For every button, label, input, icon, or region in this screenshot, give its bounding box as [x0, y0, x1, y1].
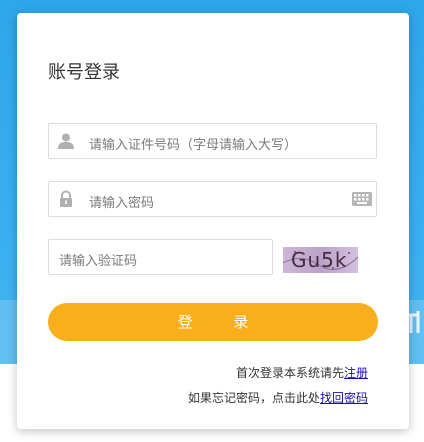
user-icon	[58, 133, 74, 149]
page-title: 账号登录	[48, 62, 120, 83]
recover-password-link[interactable]: 找回密码	[320, 391, 368, 405]
captcha-field[interactable]: 请输入验证码	[48, 239, 273, 275]
lock-icon	[60, 190, 72, 207]
first-login-text: 首次登录本系统请先	[235, 366, 344, 380]
login-button[interactable]: 登 录	[48, 303, 378, 341]
register-link[interactable]: 注册	[344, 366, 368, 380]
captcha-placeholder: 请输入验证码	[59, 254, 138, 269]
register-line: 首次登录本系统请先注册	[236, 364, 368, 381]
captcha-image[interactable]: Gu5k	[283, 247, 358, 273]
id-number-placeholder: 请输入证件号码（字母请输入大写）	[89, 138, 298, 153]
id-number-field[interactable]: 请输入证件号码（字母请输入大写）	[48, 123, 377, 159]
forgot-password-line: 如果忘记密码，点击此处找回密码	[188, 389, 368, 406]
captcha-text: Gu5k	[291, 248, 348, 272]
keyboard-icon[interactable]	[352, 192, 372, 206]
forgot-text: 如果忘记密码，点击此处	[187, 391, 320, 405]
login-card: 账号登录 请输入证件号码（字母请输入大写） 请输入密码 请输入验证码 Gu5k …	[17, 13, 409, 429]
password-field[interactable]: 请输入密码	[48, 181, 377, 217]
password-placeholder: 请输入密码	[89, 196, 155, 211]
